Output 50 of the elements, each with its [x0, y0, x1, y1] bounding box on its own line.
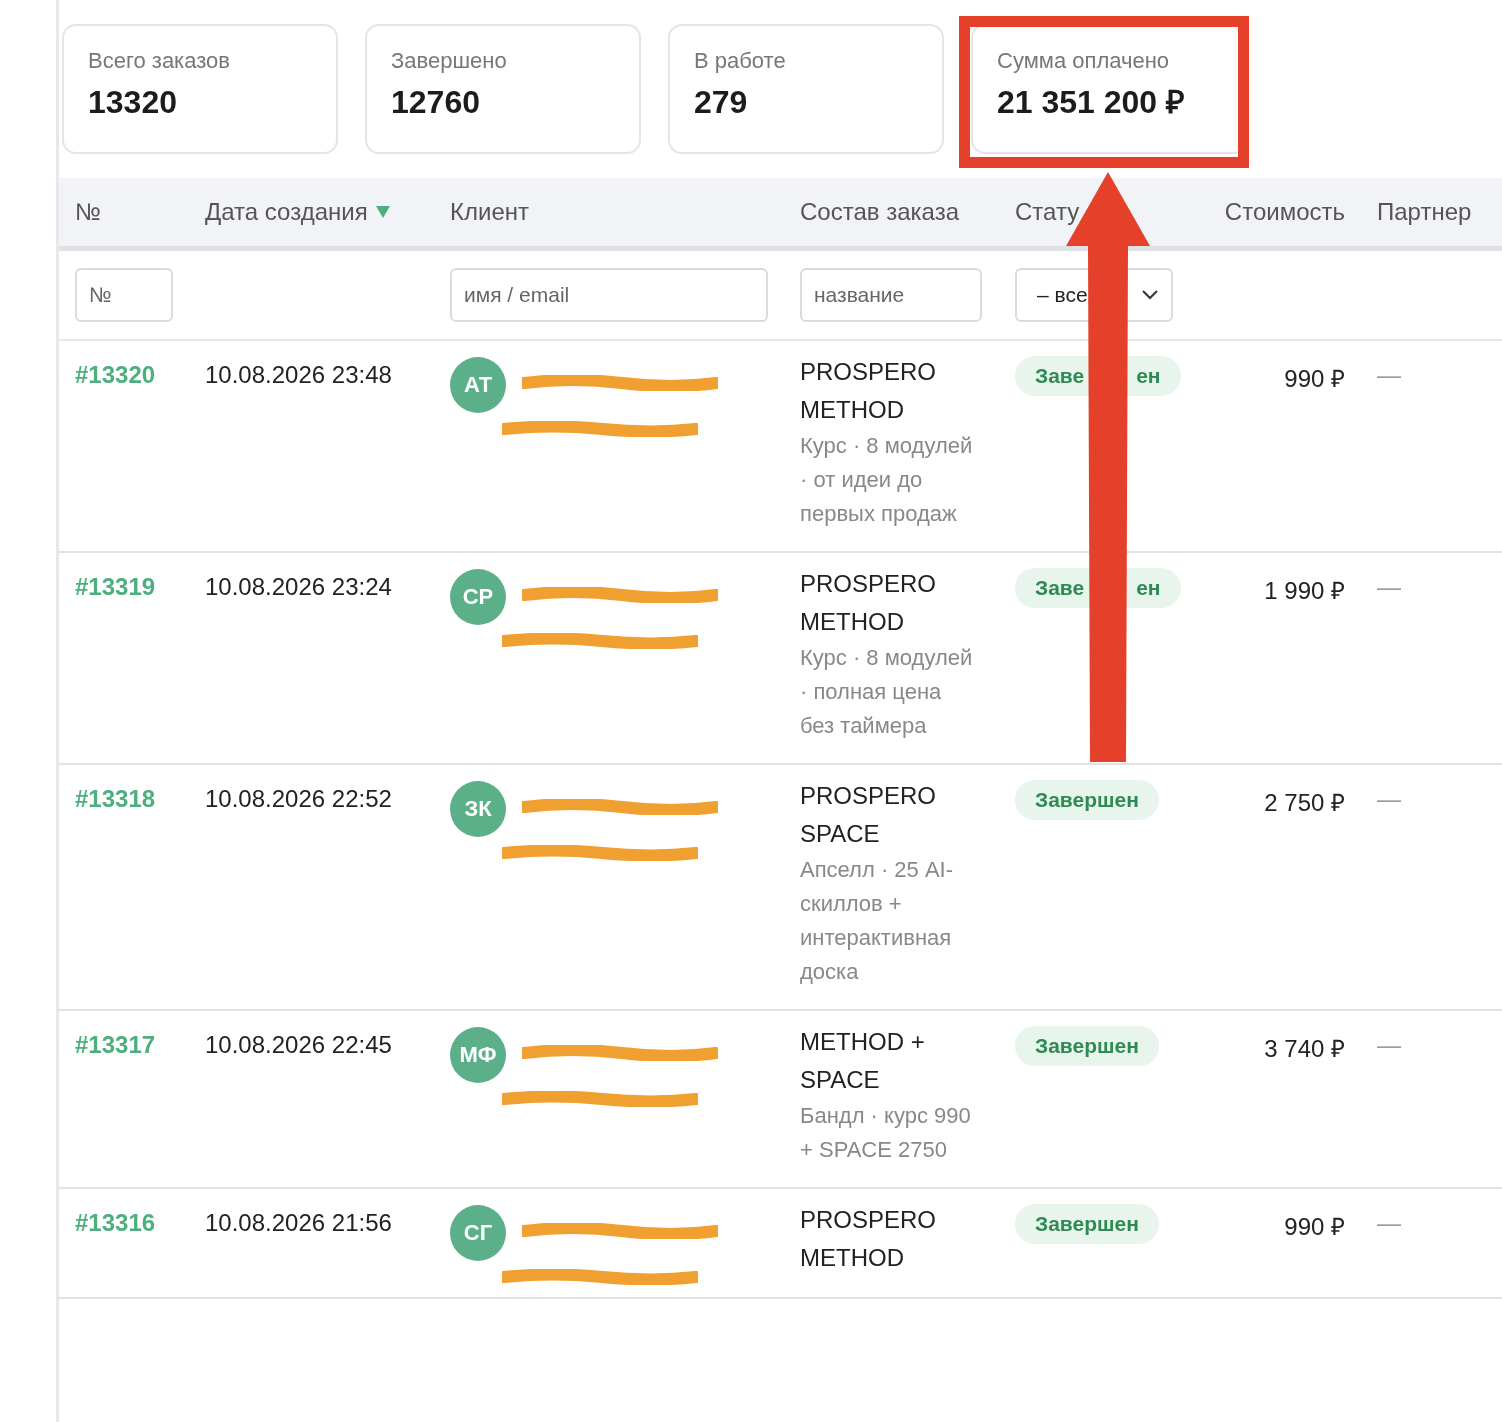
- column-header[interactable]: Состав заказа: [800, 198, 959, 226]
- order-cost: 2 750 ₽: [1264, 789, 1345, 816]
- partner-value: —: [1377, 785, 1401, 812]
- product-title: PROSPERO METHOD: [800, 569, 938, 637]
- stat-label: Всего заказов: [88, 48, 231, 74]
- column-header[interactable]: Стоимость: [1224, 198, 1345, 226]
- partner-value: —: [1377, 361, 1401, 388]
- column-header[interactable]: Дата создания: [205, 198, 368, 226]
- status-badge: Завершен: [1015, 1204, 1159, 1244]
- order-cost: 3 740 ₽: [1264, 1035, 1345, 1062]
- product-description: Бандл · курс 990 + SPACE 2750: [800, 1102, 972, 1164]
- product-description: Курс · 8 модулей · полная цена без таймера: [800, 644, 974, 740]
- column-header[interactable]: Партнер: [1377, 198, 1472, 226]
- stat-label: В работе: [694, 48, 787, 74]
- partner-value: —: [1377, 573, 1401, 600]
- partner-value: —: [1377, 1031, 1401, 1058]
- stat-label: Завершено: [391, 48, 508, 74]
- product-title: PROSPERO METHOD: [800, 1205, 938, 1273]
- product-description: Апселл · 25 AI-скиллов + интерактивная доска: [800, 856, 954, 986]
- stat-value: 279: [694, 83, 749, 122]
- product-title: PROSPERO SPACE: [800, 781, 938, 849]
- product-title: PROSPERO METHOD: [800, 357, 938, 425]
- number-filter-field[interactable]: №: [75, 268, 173, 322]
- order-date: 10.08.2026 22:45: [205, 1031, 392, 1058]
- status-badge: Завершен: [1015, 780, 1159, 820]
- order-date: 10.08.2026 23:48: [205, 361, 392, 388]
- stat-value: 13320: [88, 83, 178, 122]
- stat-value: 12760: [391, 83, 481, 122]
- order-date: 10.08.2026 23:24: [205, 573, 392, 600]
- product-description: Курс · 8 модулей · от идеи до первых продаж: [800, 432, 974, 528]
- status-badge: Завершен: [1015, 1026, 1159, 1066]
- client-avatar: ЗК: [450, 781, 506, 837]
- column-header[interactable]: Клиент: [450, 198, 529, 226]
- client-avatar: АТ: [450, 357, 506, 413]
- stat-label: Сумма оплачено: [997, 48, 1171, 74]
- order-cost: 1 990 ₽: [1264, 577, 1345, 604]
- items-filter-field[interactable]: название: [800, 268, 982, 322]
- column-header[interactable]: Стату: [1015, 198, 1080, 226]
- stat-value: 21 351 200 ₽: [997, 83, 1187, 122]
- order-cost: 990 ₽: [1284, 1213, 1345, 1240]
- client-filter-field[interactable]: имя / email: [450, 268, 768, 322]
- column-header[interactable]: №: [75, 198, 101, 226]
- client-avatar: СГ: [450, 1205, 506, 1261]
- client-avatar: МФ: [450, 1027, 506, 1083]
- order-date: 10.08.2026 21:56: [205, 1209, 392, 1236]
- client-avatar: СР: [450, 569, 506, 625]
- order-cost: 990 ₽: [1284, 365, 1345, 392]
- partner-value: —: [1377, 1209, 1401, 1236]
- order-date: 10.08.2026 22:52: [205, 785, 392, 812]
- product-title: METHOD + SPACE: [800, 1027, 926, 1095]
